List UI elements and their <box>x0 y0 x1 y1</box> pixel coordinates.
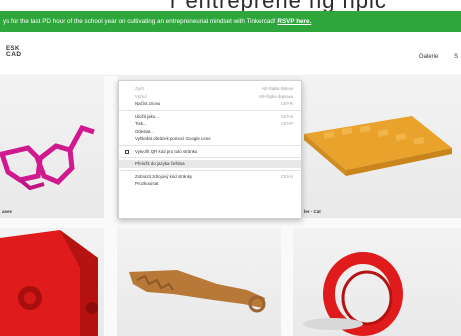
logo-line-2: CAD <box>6 51 22 58</box>
shortcut-label: Ctrl+R <box>281 101 293 106</box>
menu-divider <box>119 144 301 146</box>
menu-item-print[interactable]: Tisk... Ctrl+P <box>119 120 301 128</box>
menu-item-reload[interactable]: Načíst znovu Ctrl+R <box>119 100 301 108</box>
banner-text: ys for the last PD hour of the school ye… <box>3 18 276 25</box>
gallery-card[interactable] <box>293 228 461 336</box>
menu-item-send[interactable]: Odeslat... <box>119 128 301 136</box>
red-ring-model <box>303 252 403 336</box>
banner-rsvp-link[interactable]: RSVP here. <box>277 18 311 25</box>
shortcut-label: Ctrl+U <box>281 173 293 179</box>
brown-key-model <box>129 270 266 313</box>
site-header: ESK CAD Galerie S <box>0 32 461 76</box>
gallery-card[interactable]: ases <box>0 76 104 218</box>
menu-item-view-source[interactable]: Zobrazit zdrojový kód stránky Ctrl+U <box>119 173 301 181</box>
shortcut-label: Alt+Šipka doleva <box>261 86 293 91</box>
menu-divider <box>119 157 301 158</box>
menu-item-qr-code[interactable]: Vytvořit QR kód pro tuto stránku <box>119 148 301 156</box>
gallery-card[interactable]: ler - Cat <box>296 76 461 218</box>
shortcut-label: Ctrl+S <box>281 113 293 119</box>
orange-plate-model <box>304 116 452 176</box>
gallery-card[interactable] <box>0 228 104 336</box>
menu-divider <box>119 169 301 171</box>
tinkercad-logo[interactable]: ESK CAD <box>6 46 22 58</box>
menu-divider <box>119 109 301 111</box>
magenta-chain-model <box>0 124 95 191</box>
menu-item-back[interactable]: Zpět Alt+Šipka doleva <box>119 85 301 93</box>
nav-more-link[interactable]: S <box>454 54 458 60</box>
shortcut-label: Ctrl+P <box>281 121 293 126</box>
red-cube-model <box>0 230 98 336</box>
menu-item-inspect[interactable]: Prozkoumat <box>119 180 301 188</box>
page-heading-partial: r entreprene ng npic <box>170 0 387 11</box>
menu-item-save-as[interactable]: Uložit jako... Ctrl+S <box>119 113 301 121</box>
announcement-banner: ys for the last PD hour of the school ye… <box>0 11 461 32</box>
context-menu: Zpět Alt+Šipka doleva Vpřed Alt+Šipka do… <box>118 80 302 219</box>
card-caption: ler - Cat <box>304 209 321 214</box>
menu-item-google-lens[interactable]: Vyhledat obrázek pomocí Google Lens <box>119 135 301 143</box>
menu-item-translate[interactable]: Přeložit do jazyka čeština <box>119 160 301 168</box>
card-caption: ases <box>2 209 13 214</box>
nav-gallery-link[interactable]: Galerie <box>419 54 438 60</box>
qr-code-icon <box>125 149 129 154</box>
shortcut-label: Alt+Šipka doprava <box>258 93 293 99</box>
menu-item-forward[interactable]: Vpřed Alt+Šipka doprava <box>119 93 301 101</box>
top-title-strip: r entreprene ng npic <box>0 0 461 11</box>
gallery-card[interactable] <box>117 228 281 336</box>
